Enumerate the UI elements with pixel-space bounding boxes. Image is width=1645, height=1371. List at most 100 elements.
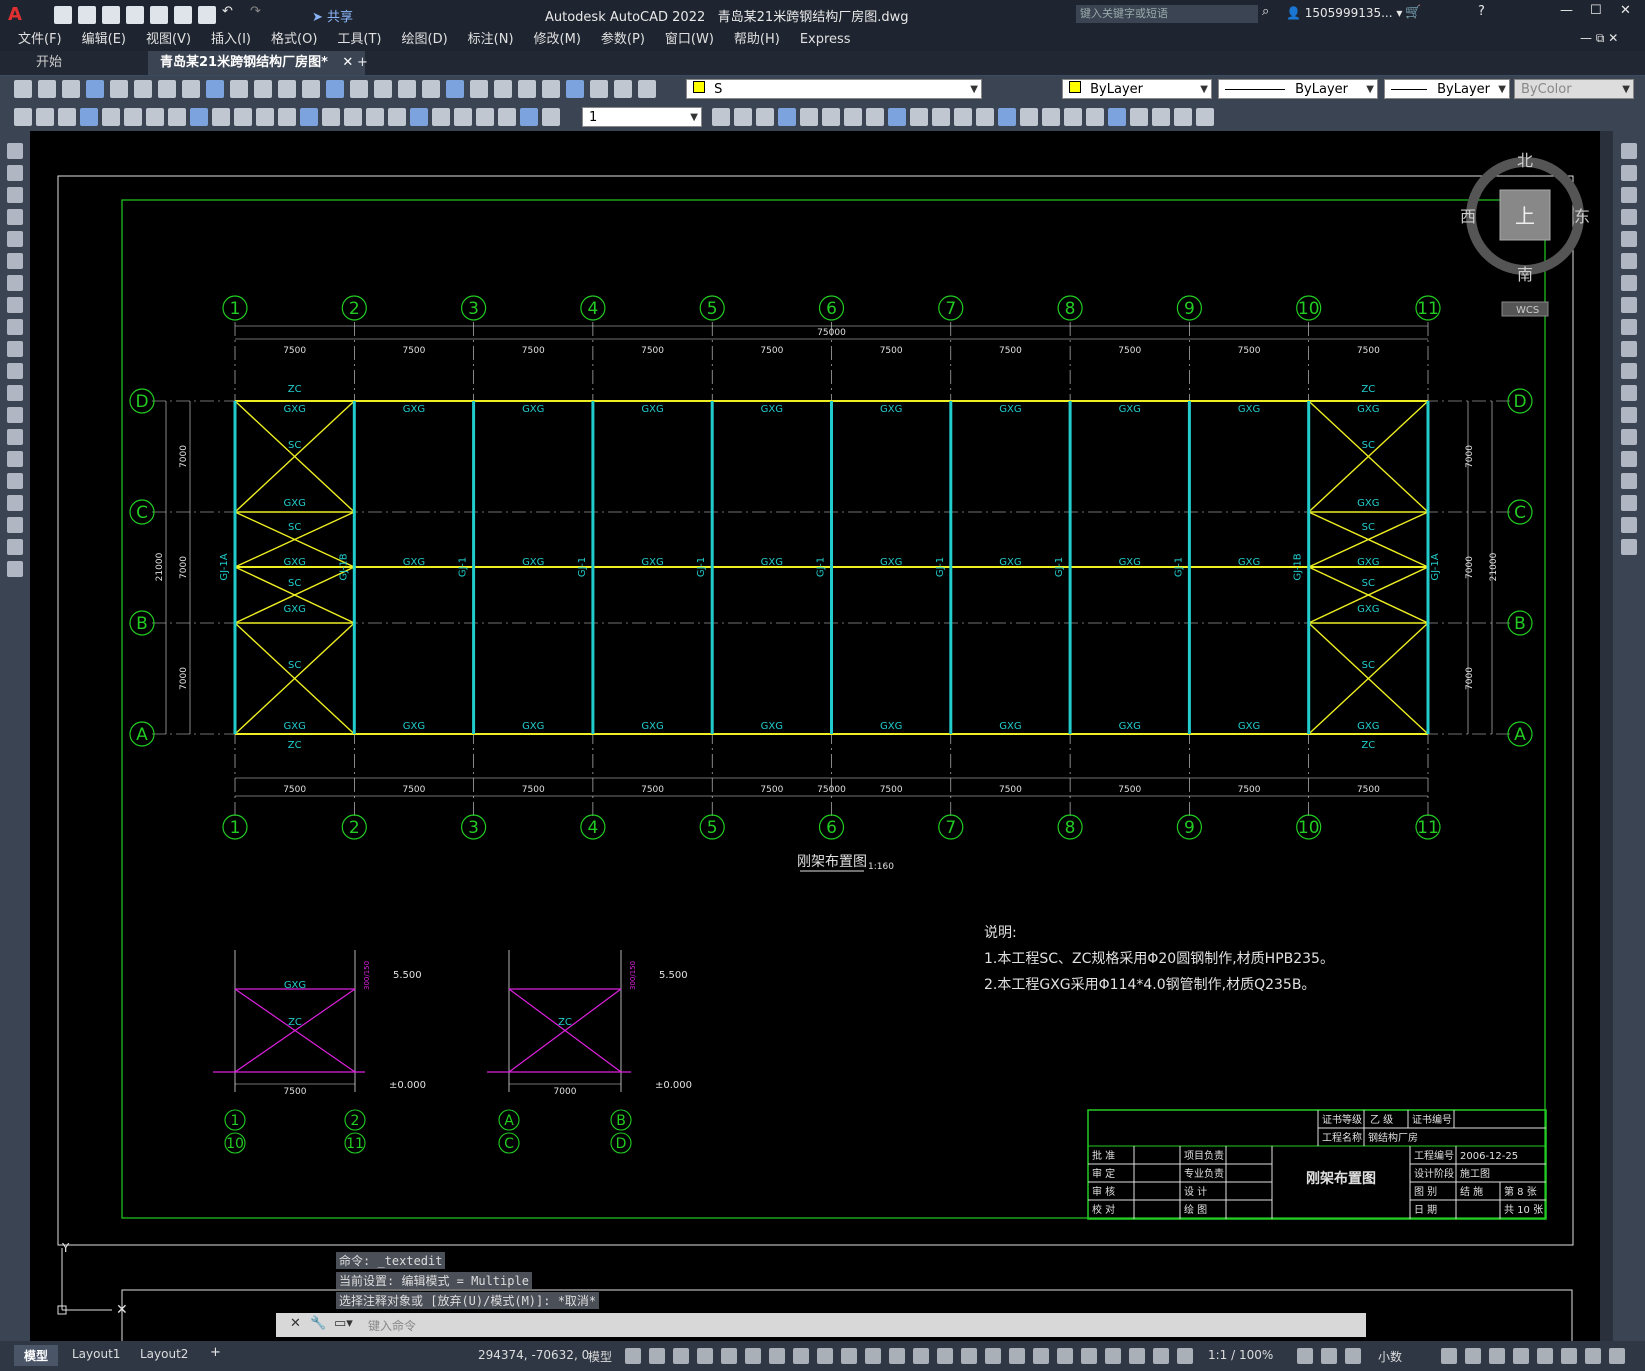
dim-tool-icon-43[interactable] (1108, 108, 1126, 126)
dim-tool-icon-45[interactable] (1152, 108, 1170, 126)
autocad-logo-icon[interactable]: A (8, 4, 22, 25)
tab-layout2[interactable]: Layout2 (140, 1347, 188, 1361)
status-toggle-icon[interactable] (697, 1348, 713, 1364)
open-file-icon[interactable] (78, 6, 96, 24)
dim-tool-icon-23[interactable] (520, 108, 538, 126)
dim-tool-icon-15[interactable] (344, 108, 362, 126)
draw-tool-icon-11[interactable] (7, 385, 23, 401)
modify-tool-icon-10[interactable] (1621, 363, 1637, 379)
draw-tool-icon-15[interactable] (7, 473, 23, 489)
viewcube-top[interactable]: 上 (1515, 204, 1535, 228)
draw-tool-icon-12[interactable] (7, 407, 23, 423)
tab-model[interactable]: 模型 (14, 1345, 59, 1366)
modify-tool-icon-14[interactable] (1621, 451, 1637, 467)
status-toggle-icon[interactable] (1345, 1348, 1361, 1364)
status-toggle-icon[interactable] (625, 1348, 641, 1364)
dim-tool-icon-14[interactable] (322, 108, 340, 126)
publish-icon[interactable] (174, 6, 192, 24)
tool-icon-7[interactable] (182, 80, 200, 98)
tool-icon-23[interactable] (566, 80, 584, 98)
modify-tool-icon-8[interactable] (1621, 319, 1637, 335)
status-toggle-icon[interactable] (1321, 1348, 1337, 1364)
status-toggle-icon[interactable] (1081, 1348, 1097, 1364)
draw-tool-icon-9[interactable] (7, 341, 23, 357)
modify-tool-icon-3[interactable] (1621, 209, 1637, 225)
tool-icon-13[interactable] (326, 80, 344, 98)
status-toggle-icon[interactable] (769, 1348, 785, 1364)
dimscale-dropdown[interactable]: 1 ▼ (582, 107, 702, 127)
status-toggle-icon[interactable] (745, 1348, 761, 1364)
tab-layout1[interactable]: Layout1 (72, 1347, 120, 1361)
tab-drawing[interactable]: 青岛某21米跨钢结构厂房图* ✕ (148, 51, 366, 75)
tool-icon-18[interactable] (446, 80, 464, 98)
dim-tool-icon-40[interactable] (1042, 108, 1060, 126)
customize-icon[interactable]: 🔧 (310, 1316, 326, 1331)
tool-icon-8[interactable] (206, 80, 224, 98)
draw-tool-icon-1[interactable] (7, 165, 23, 181)
menu-item-4[interactable]: 格式(O) (271, 29, 317, 51)
tool-icon-21[interactable] (518, 80, 536, 98)
status-toggle-icon[interactable] (1129, 1348, 1145, 1364)
dim-tool-icon-39[interactable] (1020, 108, 1038, 126)
linetype-dropdown[interactable]: ByLayer ▼ (1218, 79, 1378, 99)
status-toggle-icon[interactable] (721, 1348, 737, 1364)
draw-tool-icon-10[interactable] (7, 363, 23, 379)
dim-tool-icon-2[interactable] (58, 108, 76, 126)
dim-tool-icon-26[interactable] (734, 108, 752, 126)
tool-icon-12[interactable] (302, 80, 320, 98)
cart-icon[interactable]: 🛒 (1405, 5, 1421, 20)
color-dropdown[interactable]: ByLayer ▼ (1062, 79, 1212, 99)
modify-tool-icon-11[interactable] (1621, 385, 1637, 401)
tab-start[interactable]: 开始 (24, 51, 74, 75)
dim-tool-icon-27[interactable] (756, 108, 774, 126)
add-layout-button[interactable]: + (210, 1345, 221, 1360)
status-toggle-icon[interactable] (889, 1348, 905, 1364)
viewcube-west[interactable]: 西 (1460, 207, 1476, 226)
dim-tool-icon-16[interactable] (366, 108, 384, 126)
status-toggle-icon[interactable] (1609, 1348, 1625, 1364)
draw-tool-icon-14[interactable] (7, 451, 23, 467)
layer-dropdown[interactable]: S ▼ (686, 79, 982, 99)
status-toggle-icon[interactable] (1153, 1348, 1169, 1364)
new-file-icon[interactable] (54, 6, 72, 24)
minimize-button[interactable]: — (1560, 3, 1573, 18)
modify-tool-icon-1[interactable] (1621, 165, 1637, 181)
annotation-scale[interactable]: 1:1 / 100% (1208, 1348, 1273, 1362)
tool-icon-4[interactable] (110, 80, 128, 98)
command-input-bar[interactable]: ✕ 🔧 ▭▾ 键入命令 (276, 1313, 1366, 1337)
draw-tool-icon-16[interactable] (7, 495, 23, 511)
restore-drawing-button[interactable]: — ⧉ ✕ (1580, 31, 1618, 46)
tool-icon-19[interactable] (470, 80, 488, 98)
draw-tool-icon-13[interactable] (7, 429, 23, 445)
menu-item-8[interactable]: 修改(M) (534, 29, 581, 51)
menu-item-6[interactable]: 绘图(D) (402, 29, 448, 51)
status-toggle-icon[interactable] (1441, 1348, 1457, 1364)
dim-tool-icon-29[interactable] (800, 108, 818, 126)
share-button[interactable]: ➤ 共享 (312, 6, 353, 25)
dim-tool-icon-1[interactable] (36, 108, 54, 126)
tool-icon-20[interactable] (494, 80, 512, 98)
tool-icon-24[interactable] (590, 80, 608, 98)
dim-tool-icon-21[interactable] (476, 108, 494, 126)
status-toggle-icon[interactable] (841, 1348, 857, 1364)
tool-icon-22[interactable] (542, 80, 560, 98)
menu-item-1[interactable]: 编辑(E) (82, 29, 126, 51)
status-toggle-icon[interactable] (913, 1348, 929, 1364)
units-dropdown[interactable]: 小数 (1378, 1348, 1402, 1365)
status-toggle-icon[interactable] (817, 1348, 833, 1364)
tool-icon-9[interactable] (230, 80, 248, 98)
dim-tool-icon-7[interactable] (168, 108, 186, 126)
export-icon[interactable] (150, 6, 168, 24)
dim-tool-icon-24[interactable] (542, 108, 560, 126)
search-box[interactable]: 键入关键字或短语 (1076, 5, 1258, 23)
dim-tool-icon-9[interactable] (212, 108, 230, 126)
close-command-icon[interactable]: ✕ (290, 1316, 301, 1331)
menu-item-9[interactable]: 参数(P) (601, 29, 645, 51)
dim-tool-icon-38[interactable] (998, 108, 1016, 126)
dim-tool-icon-31[interactable] (844, 108, 862, 126)
dim-tool-icon-28[interactable] (778, 108, 796, 126)
modify-tool-icon-0[interactable] (1621, 143, 1637, 159)
tool-icon-15[interactable] (374, 80, 392, 98)
dim-tool-icon-44[interactable] (1130, 108, 1148, 126)
save-as-icon[interactable] (126, 6, 144, 24)
